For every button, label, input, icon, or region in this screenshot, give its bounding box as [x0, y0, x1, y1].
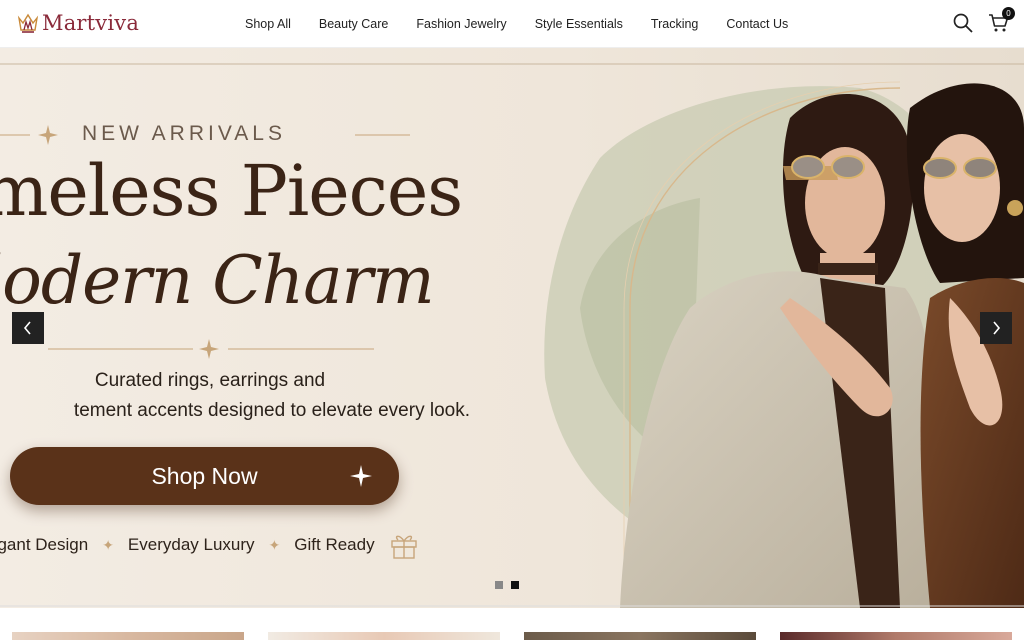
sparkle-icon: ✦ [102, 536, 114, 553]
feature-gift-ready: Gift Ready [294, 535, 375, 554]
header-actions: 0 [952, 7, 1015, 34]
product-grid-preview [0, 608, 1024, 640]
slider-prev-button[interactable] [12, 312, 44, 344]
shop-now-button[interactable]: Shop Now [10, 447, 399, 505]
nav-shop-all[interactable]: Shop All [231, 17, 305, 31]
feature-everyday-luxury: Everyday Luxury [127, 535, 255, 554]
feature-elegant-design: egant Design [0, 535, 89, 554]
product-card-thumb[interactable] [268, 632, 500, 640]
hero-eyebrow: NEW ARRIVALS [0, 122, 420, 148]
chevron-left-icon [23, 321, 31, 335]
divider-sparkle-icon [48, 339, 374, 359]
product-card-thumb[interactable] [12, 632, 244, 640]
nav-fashion-jewelry[interactable]: Fashion Jewelry [402, 17, 520, 31]
brand-logo[interactable]: Martviva [16, 10, 139, 36]
nav-style-essentials[interactable]: Style Essentials [521, 17, 637, 31]
main-nav: Shop All Beauty Care Fashion Jewelry Sty… [231, 0, 802, 48]
hero-subtitle-line2: tement accents designed to elevate every… [73, 400, 470, 421]
chevron-right-icon [993, 321, 1001, 335]
slider-dot-1[interactable] [495, 581, 503, 589]
gift-icon [390, 535, 417, 559]
product-card-thumb[interactable] [524, 632, 756, 640]
nav-beauty-care[interactable]: Beauty Care [305, 17, 402, 31]
hero-headline-line1: meless Pieces [0, 150, 463, 232]
cart-count-badge: 0 [1002, 7, 1015, 20]
hero-headline-line2: lodern Charm [0, 242, 435, 319]
shop-now-label: Shop Now [151, 462, 258, 489]
cart-button[interactable]: 0 [988, 7, 1015, 34]
slider-pagination [495, 581, 519, 589]
hero-subtitle-line1: Curated rings, earrings and [94, 370, 326, 391]
eyebrow-label: NEW ARRIVALS [82, 122, 286, 145]
sparkle-icon: ✦ [268, 536, 281, 553]
hero-features: egant Design ✦ Everyday Luxury ✦ Gift Re… [0, 530, 419, 560]
crown-logo-icon [17, 13, 39, 33]
nav-tracking[interactable]: Tracking [637, 17, 712, 31]
hero-slider: NEW ARRIVALS meless Pieces lodern Charm … [0, 48, 1024, 608]
brand-name: Martviva [42, 11, 140, 35]
sparkle-icon [350, 465, 372, 487]
slider-dot-2[interactable] [511, 581, 519, 589]
search-icon[interactable] [952, 12, 974, 34]
slider-next-button[interactable] [980, 312, 1012, 344]
nav-contact-us[interactable]: Contact Us [712, 17, 802, 31]
site-header: Martviva Shop All Beauty Care Fashion Je… [0, 0, 1024, 48]
product-card-thumb[interactable] [780, 632, 1012, 640]
